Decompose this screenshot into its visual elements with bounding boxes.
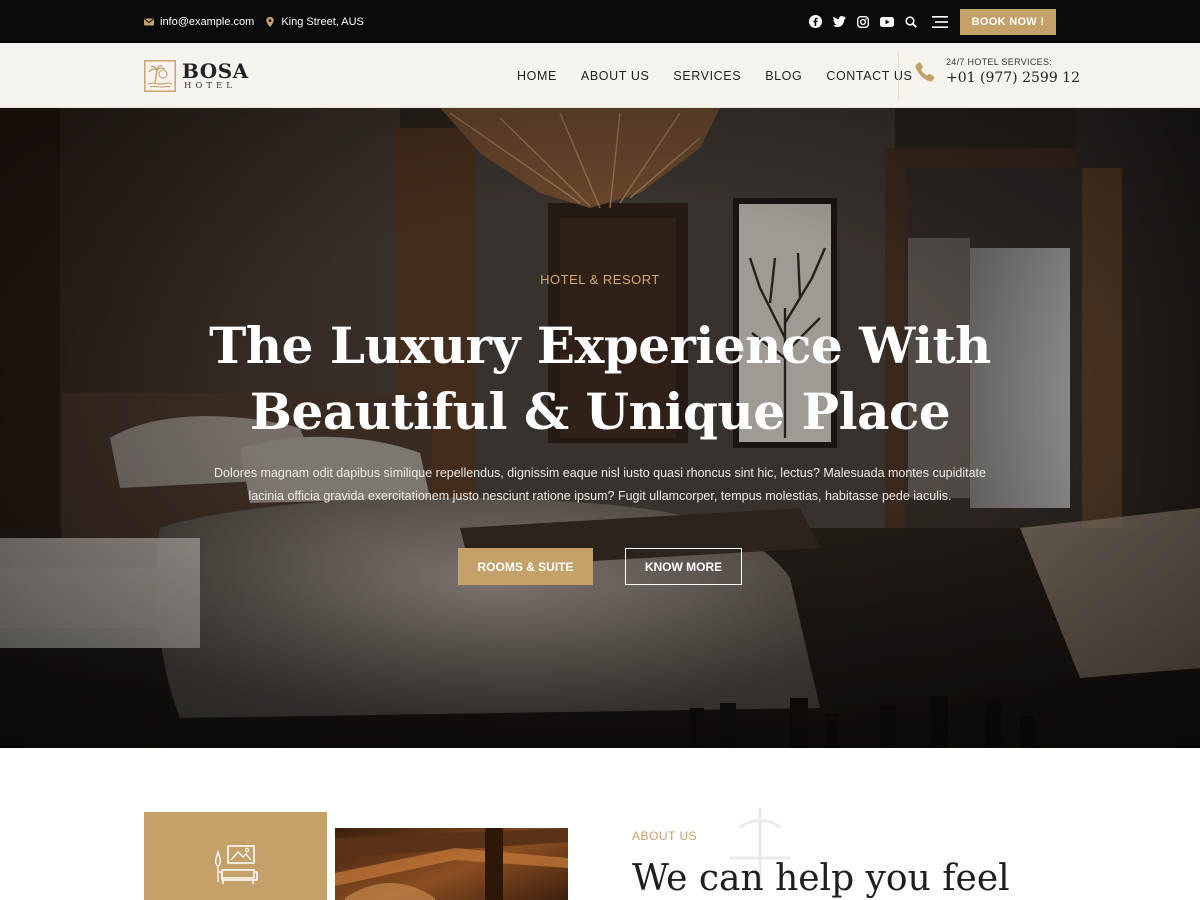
- about-kicker: ABOUT US: [632, 829, 698, 843]
- hamburger-menu-icon[interactable]: [931, 15, 949, 29]
- logo-sub: HOTEL: [184, 81, 236, 92]
- about-photo: [335, 828, 568, 900]
- rooms-suite-button[interactable]: ROOMS & SUITE: [458, 548, 593, 585]
- hero-title-line-1: The Luxury Experience With: [209, 316, 991, 375]
- hero-description-line-2: lacinia officia gravida exercitationem j…: [248, 489, 952, 503]
- hero-title: The Luxury Experience With Beautiful & U…: [0, 313, 1200, 445]
- about-heading: We can help you feel: [632, 858, 1010, 899]
- site-logo[interactable]: BOSA HOTEL: [144, 60, 249, 92]
- hero-content: HOTEL & RESORT The Luxury Experience Wit…: [0, 108, 1200, 748]
- nav-about-us[interactable]: ABOUT US: [581, 69, 649, 83]
- nav-contact-us[interactable]: CONTACT US: [826, 69, 912, 83]
- header-divider: [898, 52, 899, 99]
- logo-brand: BOSA: [182, 59, 249, 84]
- feature-card: [144, 812, 327, 900]
- room-sofa-icon: [210, 842, 260, 888]
- youtube-icon[interactable]: [880, 15, 894, 29]
- hero-title-line-2: Beautiful & Unique Place: [249, 382, 951, 441]
- hero-section: HOTEL & RESORT The Luxury Experience Wit…: [0, 108, 1200, 748]
- search-icon[interactable]: [904, 15, 918, 29]
- hero-kicker: HOTEL & RESORT: [540, 272, 660, 287]
- main-nav: HOME ABOUT US SERVICES BLOG CONTACT US: [517, 43, 912, 108]
- phone-number: +01 (977) 2599 12: [946, 70, 1080, 86]
- phone-label: 24/7 HOTEL SERVICES:: [946, 57, 1053, 67]
- hero-description-line-1: Dolores magnam odit dapibus similique re…: [214, 466, 986, 480]
- book-now-button[interactable]: BOOK NOW !: [960, 9, 1056, 35]
- top-bar: info@example.com King Street, AUS BOOK N…: [0, 0, 1200, 43]
- address-text: King Street, AUS: [281, 15, 364, 28]
- nav-home[interactable]: HOME: [517, 69, 557, 83]
- social-links: [808, 0, 949, 43]
- main-header: BOSA HOTEL HOME ABOUT US SERVICES BLOG C…: [0, 43, 1200, 108]
- facebook-icon[interactable]: [808, 15, 822, 29]
- address-item: King Street, AUS: [265, 16, 364, 28]
- nav-blog[interactable]: BLOG: [765, 69, 802, 83]
- instagram-icon[interactable]: [856, 15, 870, 29]
- top-contact: info@example.com King Street, AUS: [144, 0, 364, 43]
- know-more-button[interactable]: KNOW MORE: [625, 548, 742, 585]
- hero-description: Dolores magnam odit dapibus similique re…: [200, 462, 1000, 508]
- email-item[interactable]: info@example.com: [144, 16, 254, 28]
- palm-logo-icon: [144, 60, 176, 92]
- about-section: ABOUT US We can help you feel: [0, 748, 1200, 900]
- hotel-phone[interactable]: 24/7 HOTEL SERVICES: +01 (977) 2599 12: [914, 57, 1080, 86]
- email-text: info@example.com: [160, 15, 255, 28]
- phone-text: 24/7 HOTEL SERVICES: +01 (977) 2599 12: [946, 57, 1080, 86]
- phone-icon: [914, 61, 936, 83]
- twitter-icon[interactable]: [832, 15, 846, 29]
- logo-text: BOSA HOTEL: [182, 61, 249, 91]
- nav-services[interactable]: SERVICES: [673, 69, 741, 83]
- location-pin-icon: [265, 16, 275, 27]
- envelope-icon: [144, 17, 154, 27]
